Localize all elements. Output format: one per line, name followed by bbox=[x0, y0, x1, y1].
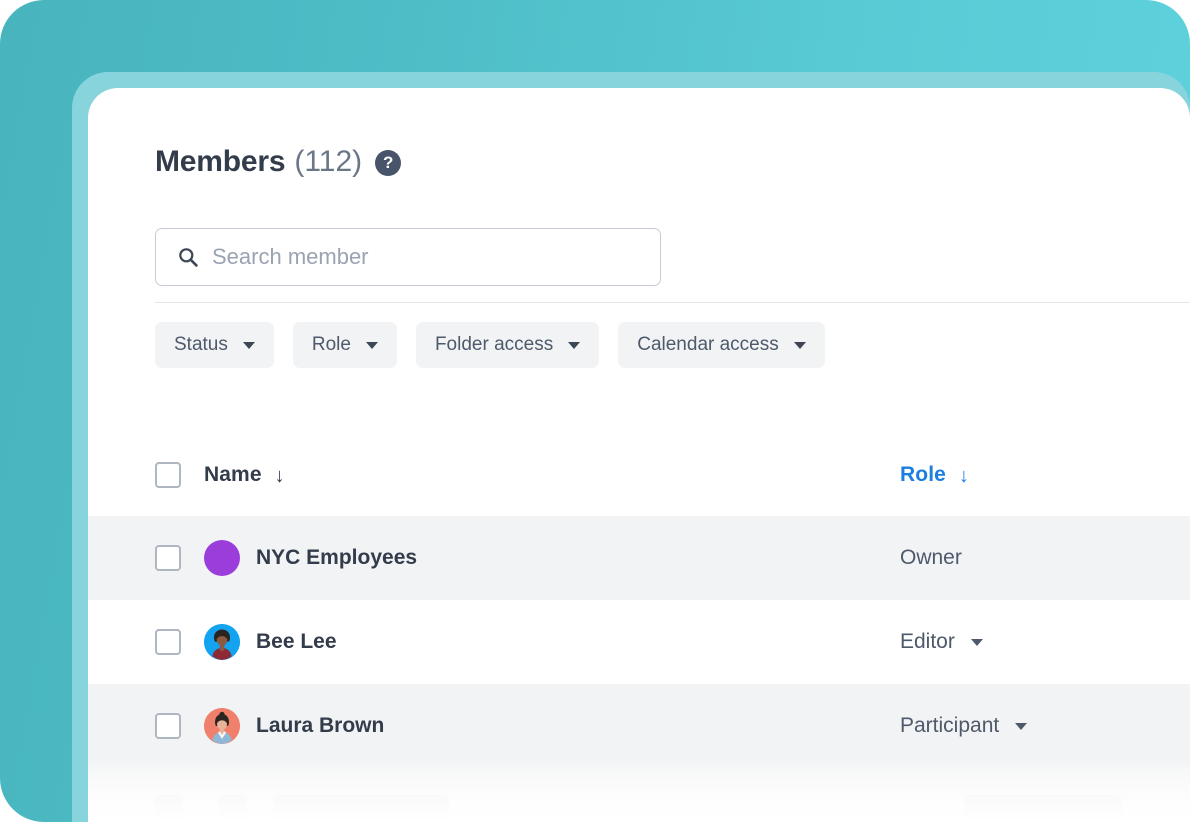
members-panel: Members (112) ? Status bbox=[88, 88, 1190, 822]
arrow-down-icon: ↓ bbox=[274, 464, 285, 487]
chevron-down-icon bbox=[568, 341, 581, 349]
chevron-down-icon bbox=[242, 341, 255, 349]
row-checkbox[interactable] bbox=[155, 713, 181, 739]
member-name: Laura Brown bbox=[256, 714, 385, 737]
page-title: Members (112) ? bbox=[155, 145, 402, 179]
role-value: Participant bbox=[900, 714, 1000, 737]
skeleton-name bbox=[273, 795, 449, 822]
page-title-text: Members bbox=[155, 145, 286, 178]
chevron-down-icon bbox=[365, 341, 378, 349]
row-name-cell: Laura Brown bbox=[204, 708, 900, 744]
avatar bbox=[204, 540, 240, 576]
role-value: Editor bbox=[900, 630, 955, 653]
avatar bbox=[204, 624, 240, 660]
column-header-role[interactable]: Role ↓ bbox=[900, 463, 1190, 487]
row-role-cell: Owner bbox=[900, 546, 1190, 570]
column-header-name[interactable]: Name ↓ bbox=[204, 463, 900, 487]
filter-role[interactable]: Role bbox=[292, 322, 397, 368]
help-icon[interactable]: ? bbox=[375, 150, 402, 176]
filter-bar: Status Role Folder access Calendar acces… bbox=[155, 322, 825, 368]
members-card: Members (112) ? Status bbox=[88, 88, 1190, 822]
row-role-cell[interactable]: Participant bbox=[900, 714, 1190, 738]
row-checkbox[interactable] bbox=[155, 545, 181, 571]
filter-folder-access[interactable]: Folder access bbox=[415, 322, 600, 368]
role-value: Owner bbox=[900, 546, 962, 569]
loading-placeholder-row bbox=[88, 768, 1190, 822]
member-count: (112) bbox=[294, 145, 363, 178]
table-row[interactable]: Bee Lee Editor bbox=[88, 600, 1190, 684]
chevron-down-icon bbox=[1015, 722, 1028, 730]
arrow-down-icon: ↓ bbox=[958, 464, 969, 487]
table-row[interactable]: NYC Employees Owner bbox=[88, 516, 1190, 600]
chevron-down-icon bbox=[970, 638, 983, 646]
member-name: Bee Lee bbox=[256, 630, 337, 653]
filter-status[interactable]: Status bbox=[155, 322, 274, 368]
filter-folder-access-label: Folder access bbox=[434, 334, 554, 355]
row-select-cell bbox=[88, 629, 204, 655]
section-divider bbox=[155, 302, 1190, 303]
select-all-checkbox[interactable] bbox=[155, 461, 181, 488]
skeleton-checkbox bbox=[155, 795, 183, 822]
filter-calendar-access-label: Calendar access bbox=[637, 334, 779, 355]
row-role-cell[interactable]: Editor bbox=[900, 630, 1190, 654]
table-header-row: Name ↓ Role ↓ bbox=[88, 433, 1190, 516]
table-row[interactable]: Laura Brown Participant bbox=[88, 684, 1190, 768]
search-field[interactable] bbox=[155, 228, 661, 286]
column-header-name-label: Name bbox=[204, 462, 262, 486]
screenshot-stage: Members (112) ? Status bbox=[0, 0, 1190, 822]
search-icon bbox=[178, 247, 198, 267]
row-checkbox[interactable] bbox=[155, 629, 181, 655]
filter-status-label: Status bbox=[174, 334, 228, 355]
search-input[interactable] bbox=[212, 244, 632, 270]
members-table: Name ↓ Role ↓ NYC Employees Owner Bee Le… bbox=[88, 433, 1190, 822]
select-all-cell bbox=[88, 461, 204, 488]
row-name-cell: NYC Employees bbox=[204, 540, 900, 576]
column-header-role-label: Role bbox=[900, 462, 946, 486]
filter-role-label: Role bbox=[311, 334, 351, 355]
row-name-cell: Bee Lee bbox=[204, 624, 900, 660]
skeleton-avatar bbox=[219, 795, 247, 822]
filter-calendar-access[interactable]: Calendar access bbox=[618, 322, 825, 368]
member-name: NYC Employees bbox=[256, 546, 418, 569]
avatar bbox=[204, 708, 240, 744]
chevron-down-icon bbox=[793, 341, 806, 349]
row-select-cell bbox=[88, 545, 204, 571]
row-select-cell bbox=[88, 713, 204, 739]
skeleton-role bbox=[964, 795, 1122, 822]
